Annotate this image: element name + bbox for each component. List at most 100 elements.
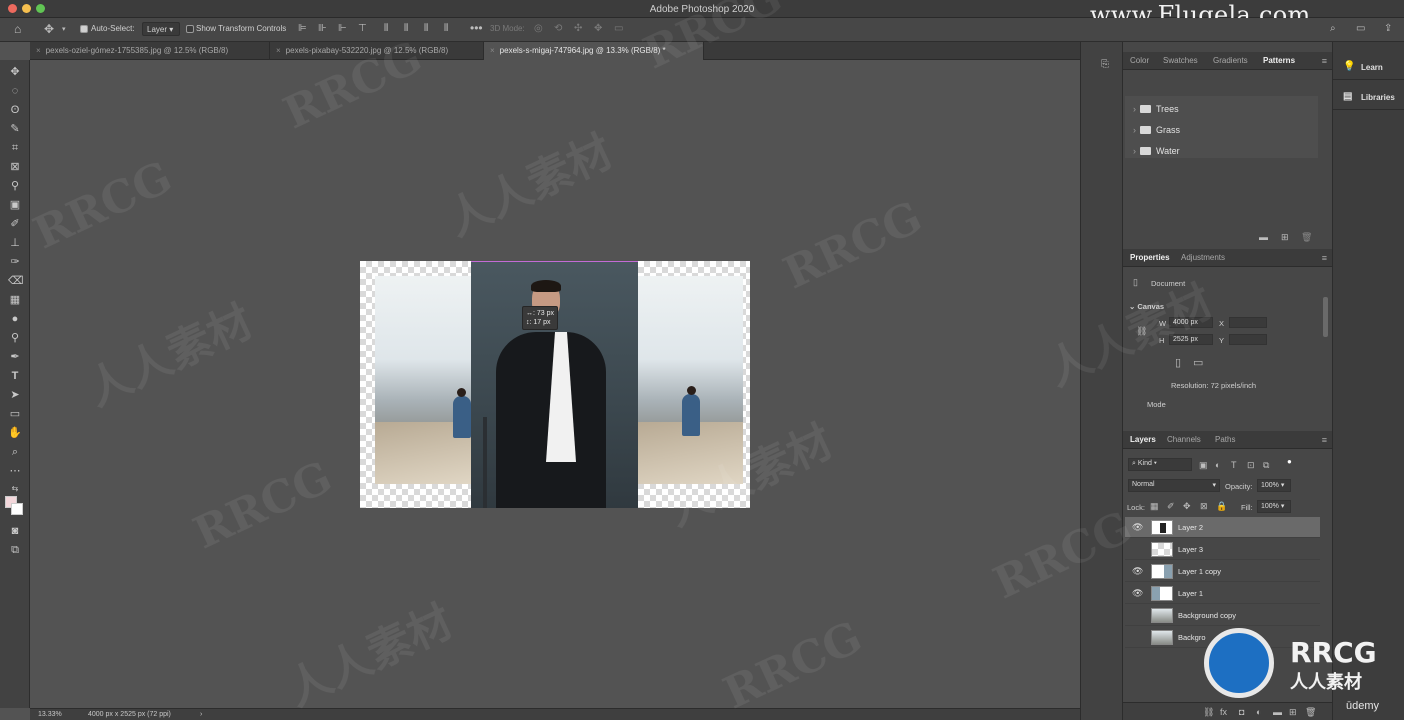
brush-tool-icon[interactable]: ✐	[8, 217, 22, 231]
quick-mask-icon[interactable]: ◙	[8, 524, 22, 538]
swap-colors-icon[interactable]: ⇆	[8, 482, 22, 496]
width-field[interactable]: 4000 px	[1169, 317, 1213, 328]
chevron-down-icon[interactable]: ▾	[62, 25, 66, 35]
landscape-orientation-icon[interactable]: ▭	[1193, 358, 1203, 369]
tab-adjustments[interactable]: Adjustments	[1181, 253, 1225, 262]
path-select-icon[interactable]: ➤	[8, 388, 22, 402]
new-layer-icon[interactable]: ⊞	[1289, 707, 1297, 717]
tab-properties[interactable]: Properties	[1130, 253, 1170, 262]
tab-swatches[interactable]: Swatches	[1163, 56, 1198, 65]
shape-filter-icon[interactable]: ⊡	[1247, 460, 1255, 470]
tab-patterns[interactable]: Patterns	[1263, 56, 1295, 65]
tab-paths[interactable]: Paths	[1215, 435, 1235, 444]
marquee-tool-icon[interactable]: ◌	[8, 84, 22, 98]
healing-brush-icon[interactable]: ▣	[8, 198, 22, 212]
link-icon[interactable]: ⛓	[1136, 326, 1147, 336]
canvas-area[interactable]	[30, 60, 1080, 708]
pattern-folder-grass[interactable]: › Grass	[1133, 125, 1180, 135]
height-field[interactable]: 2525 px	[1169, 334, 1213, 345]
pattern-folder-water[interactable]: › Water	[1133, 146, 1180, 156]
lock-transparency-icon[interactable]: ▦	[1150, 501, 1159, 511]
distribute-center-icon[interactable]: ⫴	[404, 24, 408, 34]
new-group-icon[interactable]: ▬	[1273, 707, 1282, 717]
portrait-orientation-icon[interactable]: ▯	[1175, 358, 1181, 369]
lock-position-icon[interactable]: ✥	[1183, 501, 1191, 511]
tab-color[interactable]: Color	[1130, 56, 1149, 65]
lock-pixels-icon[interactable]: ✐	[1167, 501, 1175, 511]
crop-tool-icon[interactable]: ⌗	[8, 141, 22, 155]
close-tab-icon[interactable]: ×	[36, 46, 41, 55]
visibility-eye-icon[interactable]: 👁	[1132, 588, 1143, 599]
delete-layer-icon[interactable]: 🗑	[1305, 707, 1316, 717]
pattern-folder-trees[interactable]: › Trees	[1133, 104, 1179, 114]
frame-tool-icon[interactable]: ⊠	[8, 160, 22, 174]
move-tool-icon[interactable]: ✥	[44, 23, 54, 35]
eyedropper-tool-icon[interactable]: ⚲	[8, 179, 22, 193]
delete-icon[interactable]: 🗑	[1301, 232, 1312, 242]
tab-channels[interactable]: Channels	[1167, 435, 1201, 444]
quick-select-tool-icon[interactable]: ✎	[8, 122, 22, 136]
dodge-tool-icon[interactable]: ⚲	[8, 331, 22, 345]
pen-tool-icon[interactable]: ✒	[8, 350, 22, 364]
search-icon[interactable]: ⌕	[1330, 24, 1336, 34]
y-field[interactable]	[1229, 334, 1267, 345]
more-tools-icon[interactable]: ⋯	[8, 464, 22, 478]
new-pattern-icon[interactable]: ⊞	[1281, 232, 1289, 242]
tab-gradients[interactable]: Gradients	[1213, 56, 1248, 65]
share-icon[interactable]: ⇪	[1384, 24, 1392, 34]
history-brush-icon[interactable]: ✑	[8, 255, 22, 269]
tab-document-3[interactable]: × pexels-s-migaj-747964.jpg @ 13.3% (RGB/…	[484, 42, 704, 60]
panel-menu-icon[interactable]: ≡	[1322, 253, 1327, 263]
more-options-icon[interactable]: •••	[470, 22, 483, 34]
fx-icon[interactable]: fx	[1220, 707, 1227, 717]
zoom-tool-icon[interactable]: ⌕	[8, 445, 22, 459]
blur-tool-icon[interactable]: ●	[8, 312, 22, 326]
link-layers-icon[interactable]: ⛓	[1203, 707, 1214, 717]
3d-roll-icon[interactable]: ⟲	[554, 24, 562, 34]
align-top-icon[interactable]: ⊤	[358, 24, 367, 34]
add-mask-icon[interactable]: ◘	[1239, 707, 1244, 717]
visibility-eye-icon[interactable]: 👁	[1132, 566, 1143, 577]
properties-scrollbar[interactable]	[1323, 297, 1328, 337]
adjustment-layer-icon[interactable]: ◐	[1256, 707, 1261, 717]
type-tool-icon[interactable]: T	[8, 369, 22, 383]
clone-stamp-icon[interactable]: ⊥	[8, 236, 22, 250]
align-left-icon[interactable]: ⊫	[298, 24, 307, 34]
hand-tool-icon[interactable]: ✋	[8, 426, 22, 440]
auto-select-checkbox[interactable]	[80, 25, 88, 33]
filter-toggle-icon[interactable]: ●	[1287, 457, 1292, 467]
layer-row-layer-3[interactable]: Layer 3	[1125, 539, 1320, 560]
3d-scale-icon[interactable]: ▭	[614, 24, 623, 34]
layer-row-background-copy[interactable]: Background copy	[1125, 605, 1320, 626]
tab-layers[interactable]: Layers	[1130, 435, 1156, 444]
tab-document-2[interactable]: × pexels-pixabay-532220.jpg @ 12.5% (RGB/…	[270, 42, 484, 60]
lasso-tool-icon[interactable]: ʘ	[8, 103, 22, 117]
panel-menu-icon[interactable]: ≡	[1322, 56, 1327, 66]
tab-document-1[interactable]: × pexels-oziel-gómez-1755385.jpg @ 12.5% …	[30, 42, 270, 60]
distribute-right-icon[interactable]: ⫴	[424, 24, 428, 34]
layer-row-layer-2[interactable]: 👁 Layer 2	[1125, 517, 1320, 538]
auto-select-dropdown[interactable]: Layer ▾	[142, 22, 180, 36]
learn-button[interactable]: 💡 Learn	[1333, 54, 1404, 80]
opacity-field[interactable]: 100% ▾	[1257, 479, 1291, 492]
eraser-tool-icon[interactable]: ⌫	[8, 274, 24, 288]
close-tab-icon[interactable]: ×	[490, 46, 495, 55]
smart-object-filter-icon[interactable]: ⧉	[1263, 460, 1269, 470]
3d-slide-icon[interactable]: ✥	[594, 24, 602, 34]
home-icon[interactable]: ⌂	[14, 23, 21, 35]
show-transform-checkbox[interactable]	[186, 25, 194, 33]
libraries-button[interactable]: ▤ Libraries	[1333, 84, 1404, 110]
distribute-left-icon[interactable]: ⫴	[384, 24, 388, 34]
3d-orbit-icon[interactable]: ◎	[534, 24, 543, 34]
rectangle-tool-icon[interactable]: ▭	[8, 407, 22, 421]
fill-field[interactable]: 100% ▾	[1257, 500, 1291, 513]
x-field[interactable]	[1229, 317, 1267, 328]
canvas-section-label[interactable]: ⌄ Canvas	[1129, 302, 1164, 311]
close-tab-icon[interactable]: ×	[276, 46, 281, 55]
screen-mode-icon[interactable]: ⧉	[8, 543, 22, 557]
blend-mode-dropdown[interactable]: Normal ▾	[1128, 479, 1220, 492]
move-tool-icon[interactable]: ✥	[8, 65, 22, 79]
adjustment-filter-icon[interactable]: ◐	[1215, 460, 1220, 470]
document-canvas[interactable]	[360, 261, 750, 508]
panel-menu-icon[interactable]: ≡	[1322, 435, 1327, 445]
